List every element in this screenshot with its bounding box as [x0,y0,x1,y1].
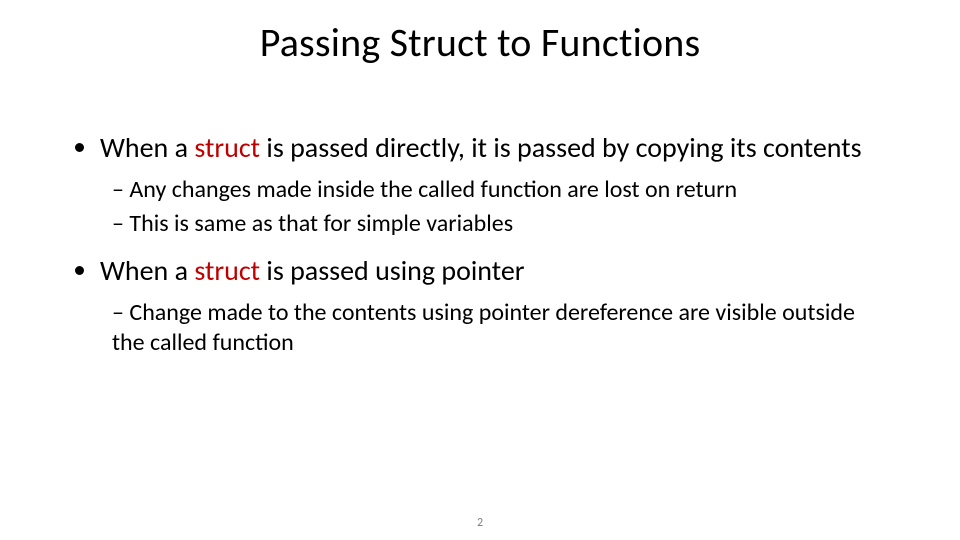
sub-bullet-list: Any changes made inside the called funct… [100,175,892,239]
bullet-text-post: is passed directly, it is passed by copy… [260,130,862,165]
bullet-list: When a struct is passed directly, it is … [72,130,892,358]
sub-bullet-list: Change made to the contents using pointe… [100,298,892,358]
slide-content: When a struct is passed directly, it is … [72,130,892,372]
bullet-item: When a struct is passed using pointer Ch… [100,253,892,358]
bullet-text-post: is passed using pointer [260,253,524,288]
slide: Passing Struct to Functions When a struc… [0,0,960,540]
slide-title: Passing Struct to Functions [0,18,960,67]
bullet-text-pre: When a [100,130,194,165]
sub-bullet-item: Any changes made inside the called funct… [112,175,892,205]
bullet-item: When a struct is passed directly, it is … [100,130,892,239]
page-number: 2 [0,516,960,530]
sub-bullet-item: Change made to the contents using pointe… [112,298,892,358]
bullet-keyword: struct [194,130,260,165]
bullet-text-pre: When a [100,253,194,288]
sub-bullet-item: This is same as that for simple variable… [112,209,892,239]
bullet-keyword: struct [194,253,260,288]
